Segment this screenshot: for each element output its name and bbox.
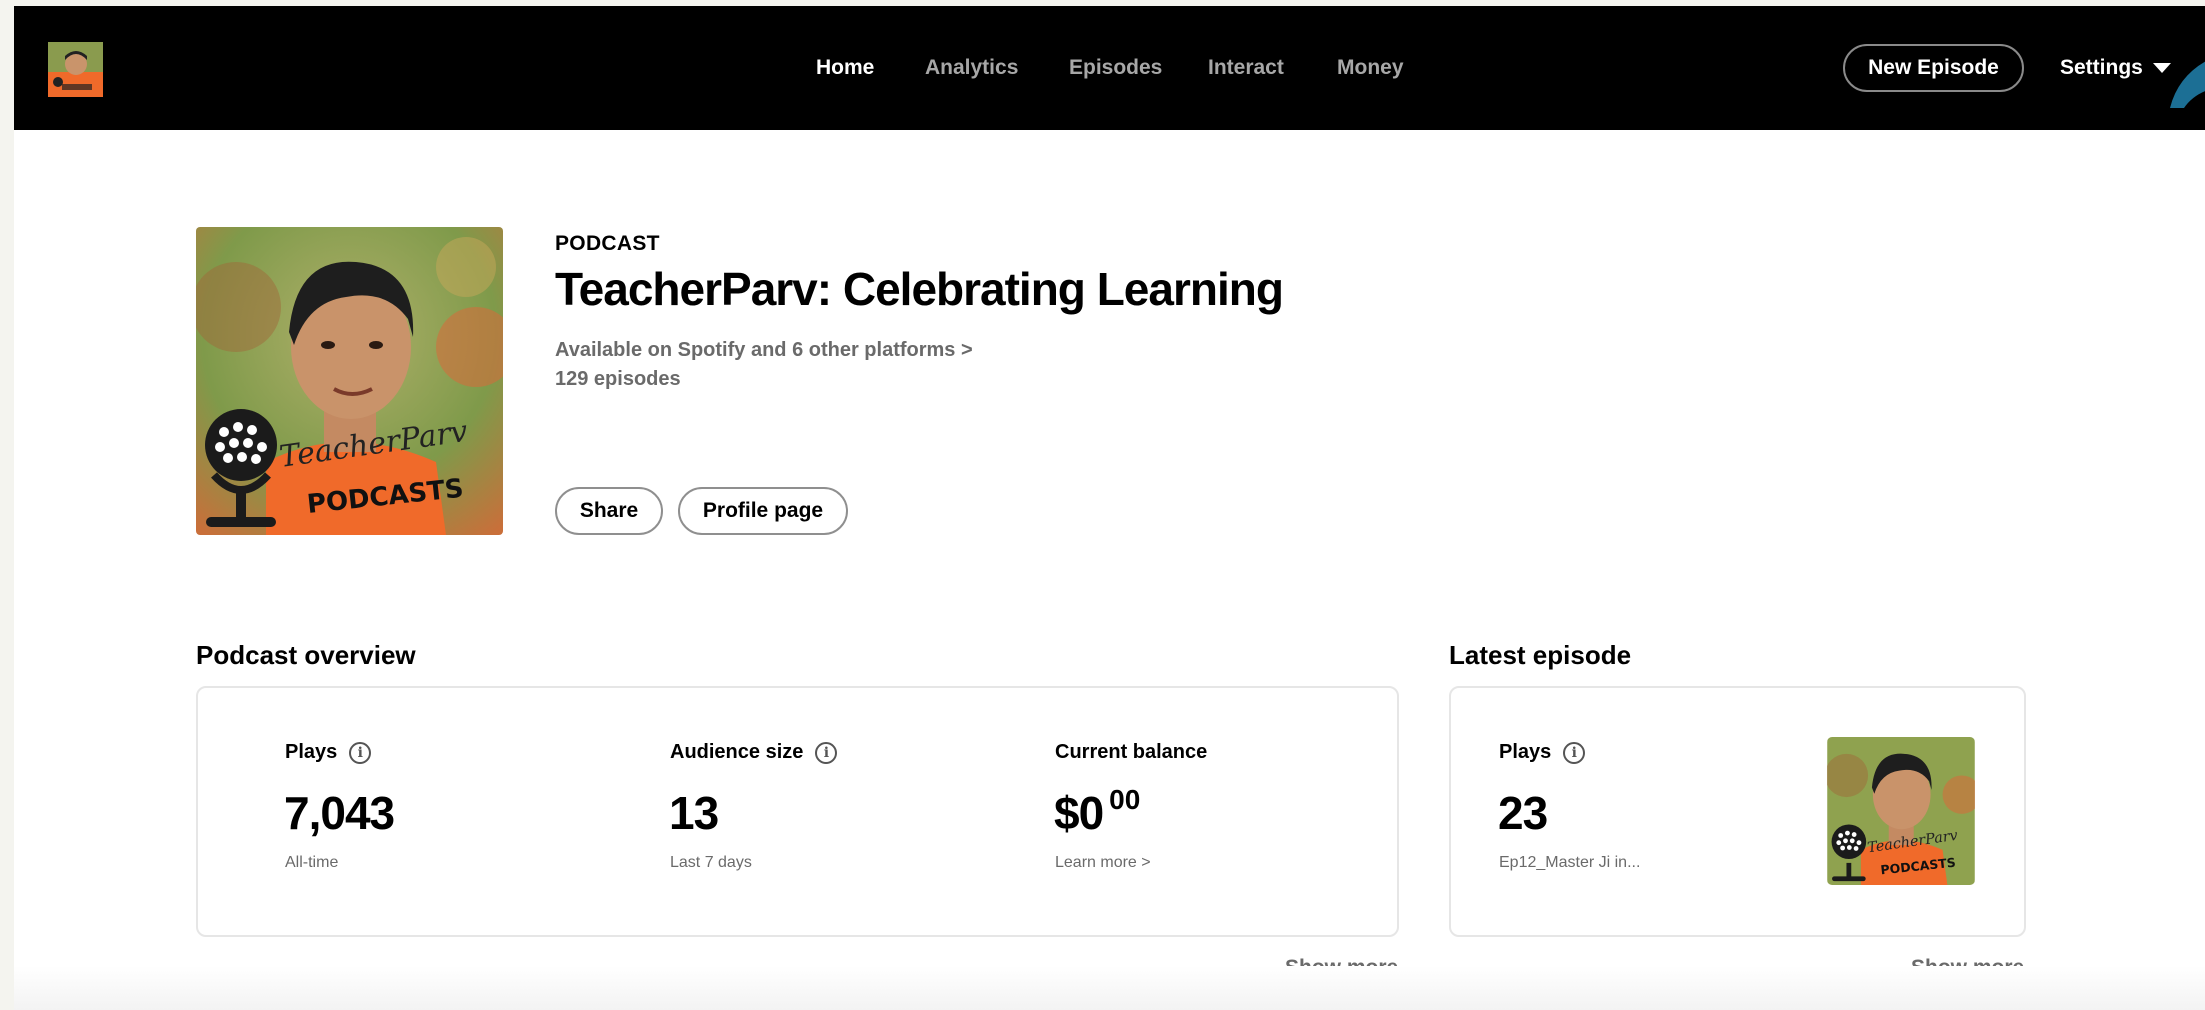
plays-stat-label: Plays i: [285, 741, 372, 764]
nav-money[interactable]: Money: [1337, 56, 1404, 80]
plays-sub: All-time: [285, 854, 339, 871]
balance-value: $0 00: [1054, 783, 1141, 840]
balance-dollars: $0: [1054, 787, 1104, 839]
episode-plays-label: Plays i: [1499, 741, 1586, 764]
info-icon[interactable]: i: [815, 741, 838, 764]
settings-menu[interactable]: Settings: [2060, 56, 2171, 80]
latest-episode-title: Latest episode: [1449, 640, 1632, 670]
info-icon[interactable]: i: [349, 741, 372, 764]
audience-value: 13: [669, 787, 719, 839]
learn-more-link[interactable]: Learn more >: [1055, 854, 1151, 872]
nav-episodes[interactable]: Episodes: [1069, 56, 1162, 80]
podcast-kicker: PODCAST: [555, 232, 660, 255]
nav-interact[interactable]: Interact: [1208, 56, 1284, 80]
profile-page-button[interactable]: Profile page: [678, 487, 848, 535]
podcast-cover-art: TeacherParv PODCASTS: [196, 227, 503, 535]
audience-stat-label: Audience size i: [670, 741, 838, 764]
decorative-swoosh: [2170, 61, 2205, 108]
info-icon[interactable]: i: [1563, 741, 1586, 764]
plays-value: 7,043: [284, 787, 395, 839]
podcast-overview-title: Podcast overview: [196, 640, 416, 670]
availability-link[interactable]: Available on Spotify and 6 other platfor…: [555, 339, 973, 362]
balance-cents: 00: [1109, 783, 1141, 815]
bottom-fade: [14, 966, 2205, 1010]
audience-label: Audience size: [670, 741, 804, 763]
podcast-title: TeacherParv: Celebrating Learning: [555, 263, 1284, 315]
new-episode-button[interactable]: New Episode: [1843, 44, 2024, 92]
settings-label: Settings: [2060, 56, 2143, 79]
latest-episode-thumbnail[interactable]: TeacherParv PODCASTS: [1827, 737, 1975, 885]
podcast-avatar[interactable]: [48, 42, 103, 97]
balance-stat-label: Current balance: [1055, 741, 1207, 764]
episode-plays-value: 23: [1498, 787, 1548, 839]
nav-home[interactable]: Home: [816, 56, 874, 80]
episode-plays-text: Plays: [1499, 741, 1552, 763]
plays-label: Plays: [285, 741, 338, 763]
top-navigation-bar: Home Analytics Episodes Interact Money N…: [14, 6, 2205, 130]
episode-count: 129 episodes: [555, 368, 681, 390]
audience-sub: Last 7 days: [670, 854, 752, 871]
nav-analytics[interactable]: Analytics: [925, 56, 1018, 80]
latest-episode-name[interactable]: Ep12_Master Ji in...: [1499, 854, 1640, 872]
share-button[interactable]: Share: [555, 487, 663, 535]
balance-label: Current balance: [1055, 741, 1208, 763]
page: Home Analytics Episodes Interact Money N…: [14, 6, 2205, 1010]
